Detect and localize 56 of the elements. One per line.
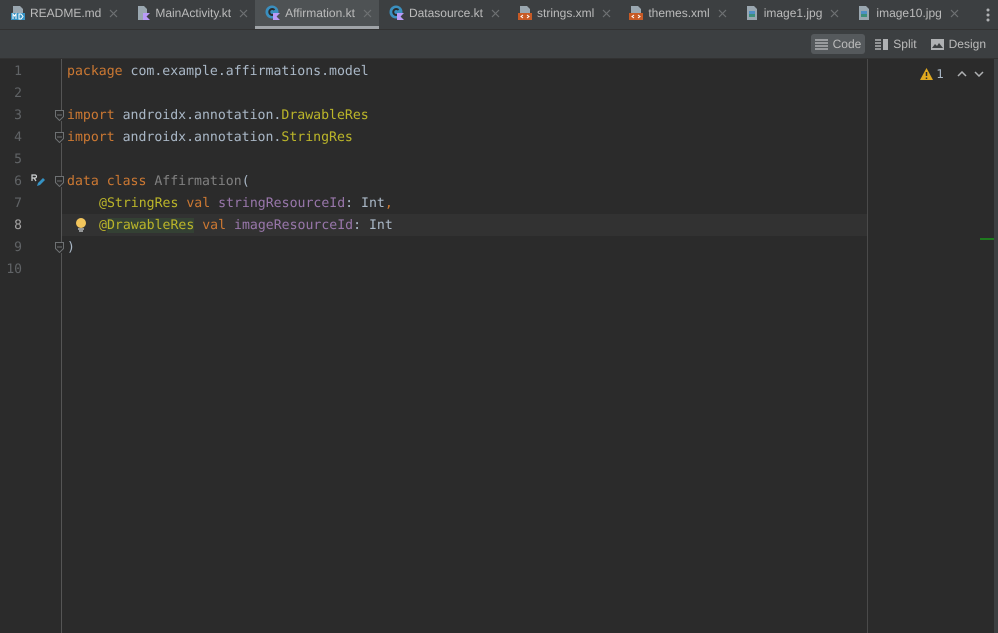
editor-tab[interactable]: README.md: [0, 0, 126, 29]
close-icon[interactable]: [239, 8, 248, 18]
editor-tab[interactable]: strings.xml: [507, 0, 618, 29]
code-line: @DrawableRes val imageResourceId: Int: [99, 218, 393, 232]
close-icon[interactable]: [718, 8, 727, 18]
markdown-file-icon: [10, 5, 26, 21]
line-number: 5: [13, 152, 22, 166]
split-view-icon: [875, 38, 888, 50]
close-icon[interactable]: [362, 8, 372, 18]
editor-tab[interactable]: image1.jpg: [734, 0, 846, 29]
more-options-icon[interactable]: [986, 8, 990, 22]
lightbulb-icon[interactable]: [75, 217, 87, 232]
kotlin-file-icon: [135, 5, 152, 21]
close-icon[interactable]: [830, 8, 840, 18]
lines-icon: [814, 38, 828, 50]
image-icon: [930, 38, 944, 50]
kotlin-class-icon: [265, 5, 282, 21]
chevron-down-icon[interactable]: [974, 71, 984, 77]
editor-tab[interactable]: Datasource.kt: [378, 0, 507, 29]
resource-edit-icon[interactable]: [31, 174, 45, 187]
view-mode-button[interactable]: Code: [810, 34, 866, 54]
line-number: 6: [13, 174, 22, 188]
xml-file-icon: [628, 5, 644, 21]
close-icon[interactable]: [950, 8, 959, 18]
line-number: 8: [13, 218, 22, 232]
code-line: ): [67, 240, 75, 254]
close-icon[interactable]: [602, 8, 612, 18]
line-number: 2: [13, 86, 22, 100]
code-line: @StringRes val stringResourceId: Int,: [99, 196, 393, 210]
view-mode-button[interactable]: Split: [871, 34, 921, 54]
editor-tab[interactable]: themes.xml: [618, 0, 734, 29]
fold-icon[interactable]: [55, 242, 64, 253]
line-number: 1: [13, 64, 22, 78]
warning-count: 1: [936, 67, 944, 81]
view-mode-button[interactable]: Design: [926, 34, 990, 54]
xml-file-icon: [517, 5, 533, 21]
line-number: 7: [13, 196, 22, 210]
close-icon[interactable]: [491, 8, 500, 18]
fold-icon[interactable]: [55, 110, 64, 121]
line-number: 3: [13, 108, 22, 122]
close-icon[interactable]: [109, 8, 118, 18]
editor-tab[interactable]: MainActivity.kt: [125, 0, 256, 29]
line-number: 4: [13, 130, 22, 144]
code-line: import androidx.annotation.StringRes: [67, 130, 353, 144]
fold-icon[interactable]: [55, 176, 64, 187]
line-number: 9: [13, 240, 22, 254]
code-line: data class Affirmation(: [67, 174, 250, 188]
code-line: package com.example.affirmations.model: [67, 64, 369, 78]
fold-icon[interactable]: [55, 132, 64, 143]
line-number: 10: [5, 262, 22, 276]
editor-tab[interactable]: image10.jpg: [846, 0, 966, 29]
editor-tab[interactable]: Affirmation.kt: [255, 0, 379, 29]
code-line: import androidx.annotation.DrawableRes: [67, 108, 369, 122]
warning-icon[interactable]: [920, 68, 934, 80]
kotlin-class-icon: [388, 5, 405, 21]
chevron-up-icon[interactable]: [957, 71, 967, 77]
